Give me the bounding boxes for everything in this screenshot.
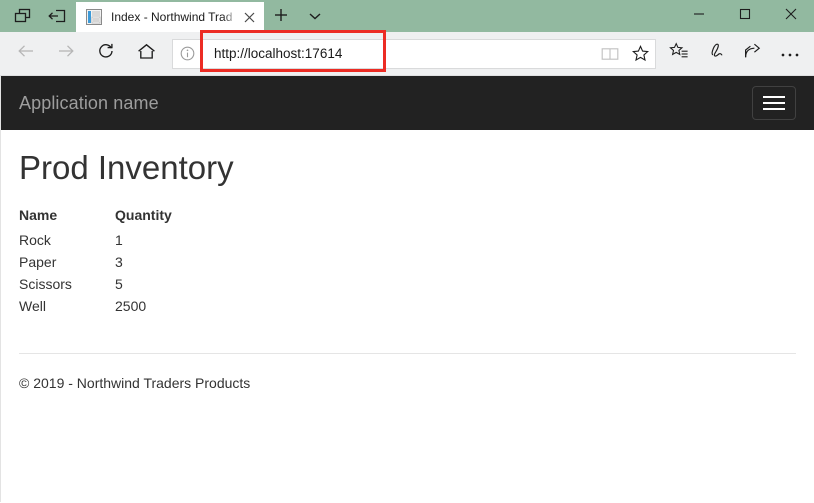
inventory-table-body: Rock 1 Paper 3 Scissors 5 Well 2500	[19, 230, 172, 318]
site-navbar: Application name	[1, 76, 814, 130]
chevron-down-icon	[308, 8, 322, 26]
hamburger-bar-1	[763, 96, 785, 98]
cell-quantity: 1	[115, 232, 123, 249]
browser-toolbar: http://localhost:17614	[0, 30, 814, 76]
cell-name: Rock	[19, 232, 51, 249]
maximize-icon	[739, 7, 751, 25]
hamburger-menu-icon[interactable]	[752, 86, 796, 120]
refresh-button[interactable]	[86, 36, 126, 72]
reading-view-icon[interactable]	[595, 40, 625, 68]
window-minimize-button[interactable]	[676, 0, 722, 32]
forward-button[interactable]	[46, 36, 86, 72]
site-brand-link[interactable]: Application name	[19, 93, 159, 114]
favorites-hub-button[interactable]	[660, 36, 697, 72]
browser-title-bar: Index - Northwind Trad	[0, 0, 814, 32]
titlebar-left-buttons	[0, 0, 74, 32]
page-title: Prod Inventory	[19, 149, 234, 186]
tab-close-button[interactable]	[238, 6, 260, 28]
cell-quantity: 2500	[115, 298, 147, 315]
tab-preview-button[interactable]	[6, 1, 40, 31]
refresh-icon	[97, 42, 115, 65]
home-icon	[137, 43, 156, 65]
share-icon	[743, 42, 762, 65]
hamburger-bar-2	[763, 102, 785, 104]
back-arrow-icon	[16, 43, 36, 64]
tab-menu-button[interactable]	[298, 2, 332, 32]
browser-window: Index - Northwind Trad http://localhost:…	[0, 0, 814, 503]
address-url-text[interactable]: http://localhost:17614	[202, 46, 595, 61]
set-tabs-aside-button[interactable]	[40, 1, 74, 31]
favorites-hub-icon	[668, 42, 689, 65]
cell-name: Well	[19, 298, 46, 315]
browser-tab[interactable]: Index - Northwind Trad	[76, 2, 264, 32]
stacked-windows-icon	[14, 8, 32, 24]
new-tab-button[interactable]	[264, 2, 298, 32]
window-controls	[676, 0, 814, 32]
cell-name: Paper	[19, 254, 57, 271]
plus-icon	[274, 8, 288, 27]
web-notes-pen-icon	[706, 42, 726, 65]
star-icon[interactable]	[625, 40, 655, 68]
column-header-name: Name	[19, 207, 58, 224]
cell-quantity: 3	[115, 254, 123, 271]
close-icon	[785, 7, 797, 25]
inventory-table-head: Name Quantity	[19, 207, 172, 230]
web-page-content: Application name Prod Inventory Name Qua…	[0, 76, 814, 502]
address-bar[interactable]: http://localhost:17614	[172, 38, 656, 69]
site-info-icon[interactable]	[173, 40, 201, 68]
web-notes-button[interactable]	[697, 36, 734, 72]
cell-name: Scissors	[19, 276, 72, 293]
table-row: Rock 1	[19, 230, 172, 252]
hamburger-bar-3	[763, 108, 785, 110]
set-tabs-aside-icon	[47, 8, 67, 24]
share-button[interactable]	[734, 36, 771, 72]
page-container: Prod Inventory Name Quantity Rock 1 Pape…	[1, 149, 814, 392]
browser-tab-title: Index - Northwind Trad	[111, 10, 233, 24]
minimize-icon	[693, 7, 705, 25]
forward-arrow-icon	[56, 43, 76, 64]
footer-copyright: © 2019 - Northwind Traders Products	[19, 375, 251, 392]
window-maximize-button[interactable]	[722, 0, 768, 32]
document-favicon	[86, 9, 102, 25]
table-header-row: Name Quantity	[19, 207, 172, 230]
back-button[interactable]	[6, 36, 46, 72]
more-ellipsis-icon	[780, 45, 800, 63]
settings-more-button[interactable]	[771, 36, 808, 72]
column-header-quantity: Quantity	[115, 207, 172, 224]
window-close-button[interactable]	[768, 0, 814, 32]
table-row: Paper 3	[19, 252, 172, 274]
table-row: Well 2500	[19, 296, 172, 318]
cell-quantity: 5	[115, 276, 123, 293]
home-button[interactable]	[126, 36, 166, 72]
inventory-table: Name Quantity Rock 1 Paper 3 Scissors 5 …	[19, 207, 172, 318]
table-row: Scissors 5	[19, 274, 172, 296]
